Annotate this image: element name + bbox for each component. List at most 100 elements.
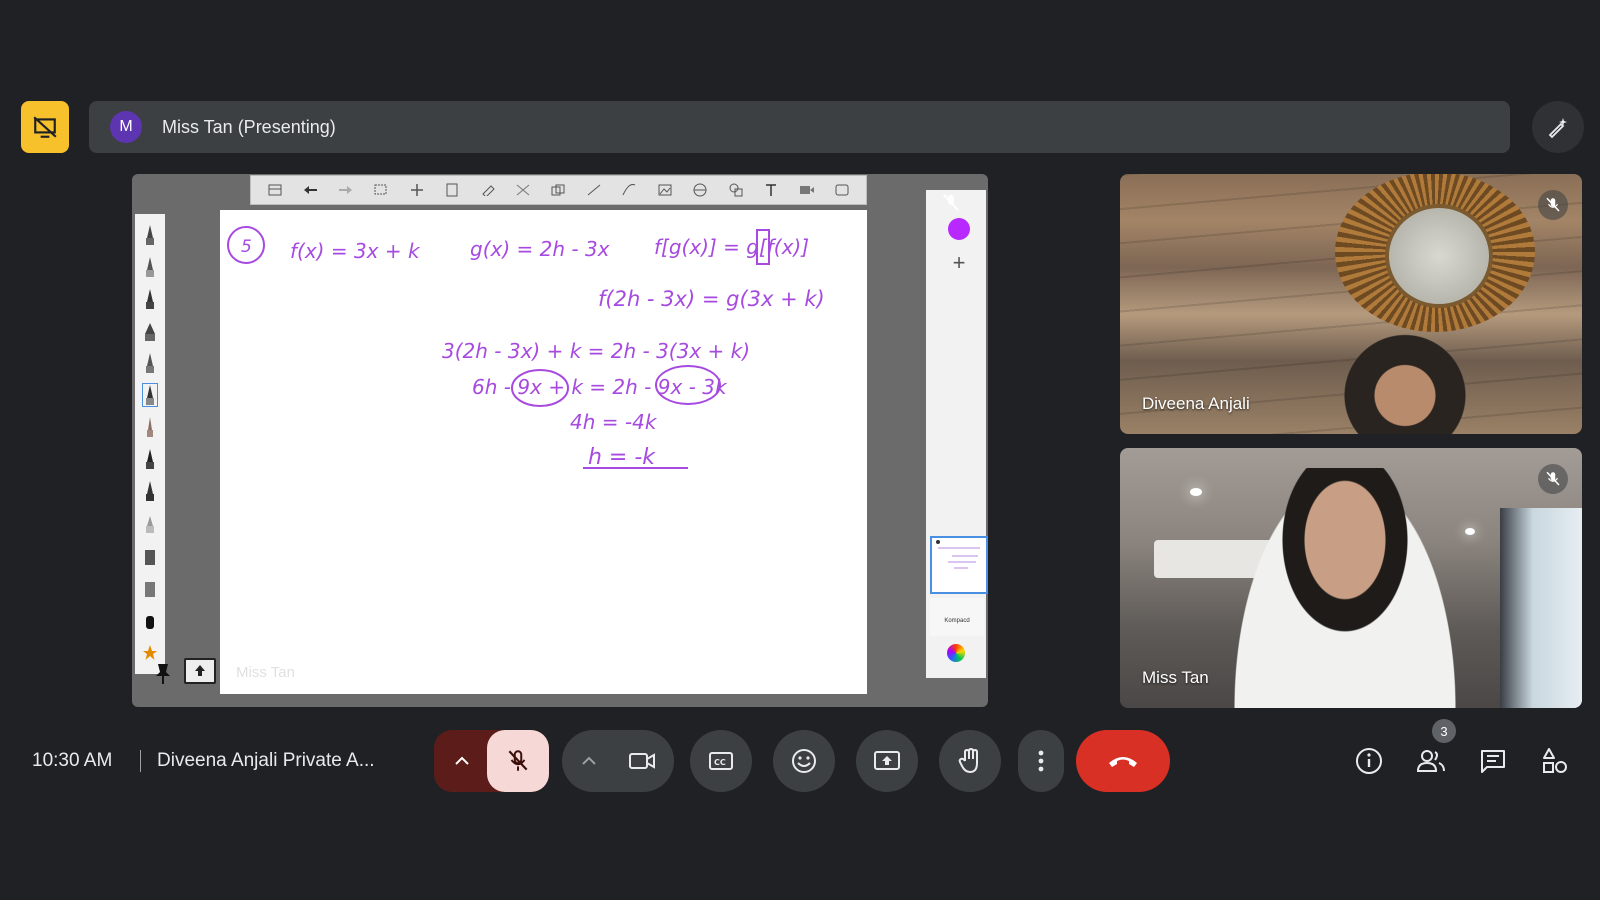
meeting-title: Diveena Anjali Private A... [157, 750, 375, 771]
microphone-button[interactable] [487, 730, 549, 792]
math-line-3: 3(2h - 3x) + k = 2h - 3(3x + k) [442, 339, 750, 363]
present-off-icon [33, 116, 57, 138]
raise-hand-icon [958, 748, 978, 773]
info-icon [1356, 748, 1382, 774]
chevron-up-icon [455, 756, 469, 765]
camera-button[interactable] [611, 730, 673, 792]
activities-button[interactable] [1538, 744, 1572, 778]
participant-video [1230, 468, 1460, 708]
pen-tool[interactable] [143, 480, 157, 502]
emoji-icon [792, 749, 816, 773]
present-now-button[interactable] [856, 730, 918, 792]
audio-options-button[interactable] [434, 730, 490, 792]
participant-video [1340, 324, 1470, 434]
pen-tool[interactable] [143, 256, 157, 278]
text-icon[interactable] [763, 183, 779, 197]
leave-call-button[interactable] [1076, 730, 1170, 792]
mirror-glass [1385, 204, 1493, 308]
problem-number: 5 [241, 237, 252, 257]
mic-off-icon [940, 192, 962, 219]
whiteboard-toolbar [250, 175, 867, 205]
captions-button[interactable]: CC [690, 730, 752, 792]
participant-name: Miss Tan [1142, 668, 1209, 687]
present-screen-icon [874, 751, 900, 770]
annotate-button[interactable] [1532, 101, 1584, 153]
color-wheel-icon[interactable] [947, 644, 965, 662]
pen-tool[interactable] [143, 416, 157, 438]
math-line-6: h = -k [588, 445, 656, 470]
globe-icon[interactable] [692, 183, 708, 197]
color-swatch[interactable] [948, 218, 970, 240]
pen-tool[interactable] [143, 448, 157, 470]
raise-hand-button[interactable] [939, 730, 1001, 792]
more-vert-icon [1038, 750, 1044, 772]
chevron-up-icon [582, 756, 596, 765]
avatar: M [110, 111, 142, 143]
redo-icon[interactable] [338, 183, 354, 197]
divider [140, 750, 141, 772]
image-icon[interactable] [657, 183, 673, 197]
math-g: g(x) = 2h - 3x [470, 237, 610, 261]
marker-tool[interactable] [143, 608, 157, 630]
pen-tool[interactable] [143, 288, 157, 310]
presenter-bar: M Miss Tan (Presenting) [89, 101, 1510, 153]
activities-icon [1543, 748, 1567, 773]
page-thumbnail[interactable] [930, 536, 988, 594]
shared-screen: 5 f(x) = 3x + k g(x) = 2h - 3x f[g(x)] =… [132, 174, 988, 707]
math-fg: f[g(x)] = g[f(x)] [654, 235, 809, 259]
video-options-button[interactable] [564, 730, 614, 792]
eraser-icon[interactable] [480, 183, 496, 197]
line-icon[interactable] [586, 183, 602, 197]
fullscreen-icon[interactable] [834, 183, 850, 197]
chat-button[interactable] [1476, 744, 1510, 778]
presenter-label: Miss Tan (Presenting) [162, 116, 336, 137]
math-line-5: 4h = -4k [570, 410, 658, 434]
window [1500, 508, 1582, 708]
chat-icon [1481, 750, 1505, 773]
marker-tool[interactable] [143, 544, 157, 566]
grid-icon[interactable] [515, 183, 531, 197]
people-button[interactable] [1414, 744, 1448, 778]
meeting-details-button[interactable] [1352, 744, 1386, 778]
mic-off-icon [1538, 464, 1568, 494]
pen-tool[interactable] [143, 352, 157, 374]
add-page-icon[interactable]: + [948, 250, 970, 276]
pin-icon[interactable] [154, 662, 172, 689]
marker-tool[interactable] [143, 576, 157, 598]
camera-icon [629, 753, 655, 769]
shapes-icon[interactable] [728, 183, 744, 197]
captions-icon: CC [709, 752, 733, 770]
participant-name: Diveena Anjali [1142, 394, 1250, 413]
stop-presenting-button[interactable] [21, 101, 69, 153]
star-icon[interactable] [143, 640, 157, 662]
call-end-icon [1109, 757, 1137, 767]
reactions-button[interactable] [773, 730, 835, 792]
pen-tool[interactable] [143, 512, 157, 534]
annotate-icon [1548, 118, 1567, 139]
ceiling-light [1190, 488, 1202, 496]
page-thumbnail-label[interactable]: Kompacd [930, 598, 984, 636]
pen-tray [135, 214, 165, 674]
whiteboard-canvas[interactable]: 5 f(x) = 3x + k g(x) = 2h - 3x f[g(x)] =… [220, 210, 867, 694]
upload-icon[interactable] [184, 658, 216, 684]
select-icon[interactable] [373, 183, 389, 197]
menu-icon[interactable] [267, 183, 283, 197]
clock: 10:30 AM [32, 750, 113, 771]
video-icon[interactable] [799, 183, 815, 197]
undo-icon[interactable] [302, 183, 318, 197]
move-icon[interactable] [409, 183, 425, 197]
math-line-4: 6h - 9x + k = 2h - 9x - 3k [472, 375, 728, 399]
pen-tool[interactable] [143, 224, 157, 246]
curve-icon[interactable] [621, 183, 637, 197]
participant-tile[interactable]: Diveena Anjali [1120, 174, 1582, 434]
page-icon[interactable] [444, 183, 460, 197]
math-line-2: f(2h - 3x) = g(3x + k) [598, 287, 825, 311]
more-options-button[interactable] [1018, 730, 1064, 792]
copy-icon[interactable] [550, 183, 566, 197]
participant-tile[interactable]: Miss Tan [1120, 448, 1582, 708]
pen-tool[interactable] [143, 320, 157, 342]
math-f: f(x) = 3x + k [290, 239, 421, 263]
pen-tool-selected[interactable] [142, 383, 158, 407]
participant-count-badge: 3 [1432, 719, 1456, 743]
ceiling-light [1465, 528, 1475, 535]
